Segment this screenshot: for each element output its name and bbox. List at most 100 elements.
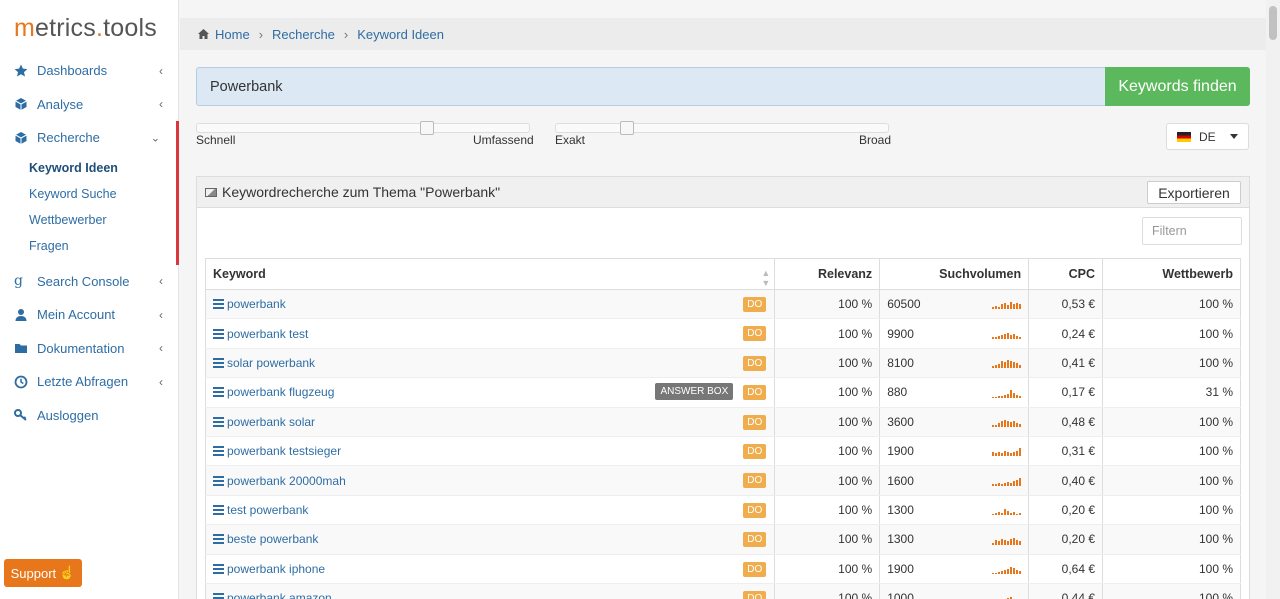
do-badge[interactable]: DO	[743, 590, 767, 599]
scrollbar-thumb[interactable]	[1269, 6, 1277, 40]
list-icon[interactable]	[213, 387, 224, 398]
list-icon[interactable]	[213, 416, 224, 427]
keyword-link[interactable]: powerbank	[227, 297, 286, 311]
trend-sparkline	[992, 356, 1022, 369]
list-icon[interactable]	[213, 328, 224, 339]
cpc-cell: 0,64 €	[1028, 554, 1104, 584]
filter-input[interactable]	[1142, 217, 1242, 245]
sidebar-item-letzte-abfragen[interactable]: Letzte Abfragen ‹	[0, 365, 179, 399]
table-row: powerbank solar DO 100 % 3600 0,48 €100 %	[204, 407, 1241, 437]
col-wettbewerb[interactable]: Wettbewerb	[1102, 258, 1241, 290]
cpc-cell: 0,17 €	[1028, 377, 1104, 408]
do-badge[interactable]: DO	[743, 385, 767, 401]
suchvolumen-value: 880	[887, 385, 908, 400]
list-icon[interactable]	[213, 446, 224, 457]
suchvolumen-value: 1000	[887, 591, 914, 599]
cube-icon	[14, 131, 28, 145]
do-badge[interactable]: DO	[743, 502, 767, 518]
sidebar-subitem-wettbewerber[interactable]: Wettbewerber	[0, 207, 176, 233]
col-relevanz[interactable]: Relevanz	[774, 258, 881, 290]
keyword-link[interactable]: solar powerbank	[227, 356, 315, 370]
list-icon[interactable]	[213, 534, 224, 545]
col-suchvolumen[interactable]: Suchvolumen	[879, 258, 1030, 290]
list-icon[interactable]	[213, 357, 224, 368]
relevanz-cell: 100 %	[774, 554, 881, 584]
sidebar-subitem-keyword-ideen[interactable]: Keyword Ideen	[0, 155, 176, 181]
keyword-link[interactable]: powerbank solar	[227, 415, 315, 429]
col-cpc[interactable]: CPC	[1028, 258, 1104, 290]
export-button[interactable]: Exportieren	[1147, 181, 1241, 204]
germany-flag-icon	[1177, 131, 1191, 142]
cpc-cell: 0,48 €	[1028, 407, 1104, 437]
search-form: Keywords finden	[196, 67, 1250, 106]
keywords-finden-button[interactable]: Keywords finden	[1105, 67, 1250, 106]
do-badge[interactable]: DO	[743, 326, 767, 342]
keyword-link[interactable]: beste powerbank	[227, 532, 318, 546]
col-keyword[interactable]: Keyword ▲ ▼	[204, 258, 776, 290]
sidebar-item-ausloggen[interactable]: Ausloggen	[0, 399, 179, 433]
list-icon[interactable]	[213, 299, 224, 310]
keyword-table-body: powerbank DO 100 % 60500 0,53 €100 % powerban…	[204, 289, 1241, 599]
trend-sparkline	[992, 415, 1022, 427]
suchvolumen-cell: 1300	[879, 495, 1030, 526]
match-slider[interactable]	[555, 121, 889, 135]
keyword-link[interactable]: powerbank flugzeug	[227, 385, 334, 399]
keyword-cell: solar powerbank DO	[204, 348, 776, 379]
table-row: solar powerbank DO 100 % 8100 0,41 €100 %	[204, 348, 1241, 379]
keyword-link[interactable]: powerbank amazon	[227, 591, 332, 599]
breadcrumb-keyword-ideen[interactable]: Keyword Ideen	[357, 27, 444, 42]
sidebar-item-search-console[interactable]: g Search Console ‹	[0, 265, 179, 299]
keyword-link[interactable]: powerbank iphone	[227, 562, 325, 576]
list-icon[interactable]	[213, 593, 224, 599]
breadcrumb-home[interactable]: Home	[215, 27, 250, 42]
relevanz-cell: 100 %	[774, 465, 881, 496]
list-icon[interactable]	[213, 475, 224, 486]
chevron-left-icon: ‹	[159, 274, 163, 289]
suchvolumen-cell: 1300	[879, 524, 1030, 555]
sidebar-item-analyse[interactable]: Analyse ‹	[0, 88, 179, 122]
do-badge[interactable]: DO	[743, 473, 767, 489]
sidebar-item-dashboards[interactable]: Dashboards ‹	[0, 54, 179, 88]
sidebar-item-recherche[interactable]: Recherche ⌄	[0, 121, 179, 155]
do-badge[interactable]: DO	[743, 297, 767, 312]
sidebar-subitem-keyword-suche[interactable]: Keyword Suche	[0, 181, 176, 207]
do-badge[interactable]: DO	[743, 532, 767, 548]
suchvolumen-value: 3600	[887, 414, 914, 429]
logo[interactable]: metrics.tools	[14, 14, 157, 43]
cpc-cell: 0,53 €	[1028, 289, 1104, 320]
chevron-left-icon: ‹	[159, 63, 163, 78]
list-icon[interactable]	[213, 504, 224, 515]
depth-slider[interactable]	[196, 121, 530, 135]
sidebar-item-dokumentation[interactable]: Dokumentation ‹	[0, 332, 179, 366]
language-select[interactable]: DE	[1166, 123, 1249, 150]
trend-sparkline	[992, 591, 1021, 599]
match-slider-handle[interactable]	[620, 121, 634, 135]
keyword-cell: powerbank iphone DO	[204, 554, 776, 584]
table-row: test powerbank DO 100 % 1300 0,20 €100 %	[204, 495, 1241, 526]
table-row: powerbank flugzeug ANSWER BOX DO 100 % 880 0,…	[204, 377, 1241, 408]
keyword-cell: powerbank 20000mah DO	[204, 465, 776, 496]
support-button[interactable]: Support ☝	[4, 559, 82, 587]
suchvolumen-value: 8100	[887, 355, 914, 370]
page-scrollbar[interactable]	[1266, 0, 1280, 599]
relevanz-cell: 100 %	[774, 318, 881, 349]
suchvolumen-cell: 1600	[879, 465, 1030, 496]
breadcrumb-recherche[interactable]: Recherche	[272, 27, 335, 42]
keyword-link[interactable]: powerbank 20000mah	[227, 474, 346, 488]
keyword-link[interactable]: test powerbank	[227, 503, 308, 517]
list-icon[interactable]	[213, 563, 224, 574]
sidebar-item-mein-account[interactable]: Mein Account ‹	[0, 298, 179, 332]
keyword-cell: powerbank testsieger DO	[204, 436, 776, 467]
wettbewerb-cell: 100 %	[1102, 348, 1241, 379]
sidebar: metrics.tools Dashboards ‹ Analyse ‹ Rec…	[0, 0, 179, 599]
do-badge[interactable]: DO	[743, 355, 767, 371]
do-badge[interactable]: DO	[743, 414, 767, 430]
depth-slider-handle[interactable]	[420, 121, 434, 135]
keyword-link[interactable]: powerbank testsieger	[227, 444, 341, 458]
keyword-link[interactable]: powerbank test	[227, 327, 308, 341]
search-input[interactable]	[196, 67, 1105, 106]
do-badge[interactable]: DO	[743, 443, 767, 459]
do-badge[interactable]: DO	[743, 561, 767, 577]
keyword-cell: powerbank solar DO	[204, 407, 776, 437]
sidebar-subitem-fragen[interactable]: Fragen	[0, 233, 176, 259]
